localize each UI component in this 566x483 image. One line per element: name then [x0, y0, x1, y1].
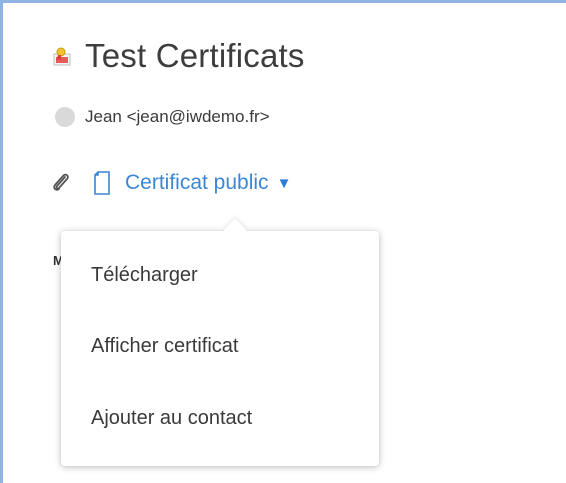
- attachment-link[interactable]: Certificat public: [125, 171, 269, 195]
- sender-name[interactable]: Jean <jean@iwdemo.fr>: [85, 107, 270, 127]
- certificate-icon: [51, 45, 73, 67]
- dropdown-caret-icon[interactable]: ▼: [277, 175, 292, 192]
- menu-item-add-to-contact[interactable]: Ajouter au contact: [91, 407, 252, 430]
- menu-item-view-certificate[interactable]: Afficher certificat: [91, 335, 238, 358]
- paperclip-icon: [49, 171, 73, 195]
- message-panel: Test Certificats Jean <jean@iwdemo.fr> C…: [0, 0, 566, 483]
- subject-text: Test Certificats: [85, 37, 305, 74]
- menu-item-download[interactable]: Télécharger: [91, 264, 198, 287]
- sender-row: Jean <jean@iwdemo.fr>: [55, 107, 270, 127]
- attachment-dropdown-menu: Télécharger Afficher certificat Ajouter …: [61, 218, 379, 466]
- attachment-row: Certificat public ▼: [49, 171, 291, 195]
- avatar: [55, 107, 75, 127]
- menu-pointer: [223, 218, 247, 242]
- message-subject: Test Certificats: [51, 33, 305, 79]
- document-icon[interactable]: [93, 171, 111, 195]
